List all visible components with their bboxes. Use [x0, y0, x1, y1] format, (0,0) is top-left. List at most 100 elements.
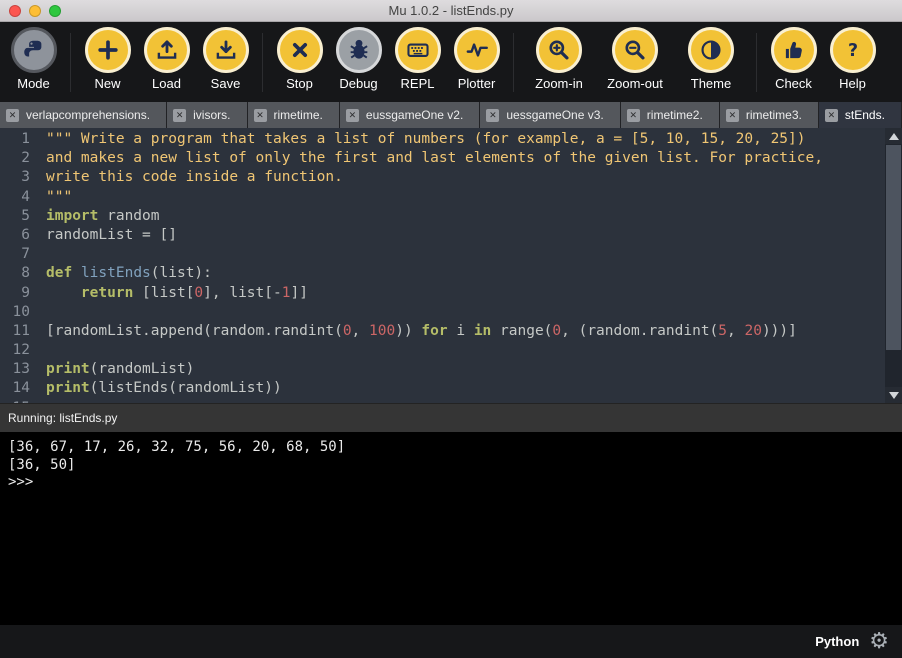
tab-close-icon[interactable]: ✕ [626, 108, 640, 122]
tab-label: uessgameOne v3. [506, 108, 604, 122]
code-line[interactable]: 8 def listEnds(list): [0, 264, 885, 283]
line-number: 1 [21, 131, 30, 147]
stop-button[interactable]: Stop [270, 27, 329, 91]
save-button[interactable]: Save [196, 27, 255, 91]
repl-button[interactable]: REPL [388, 27, 447, 91]
question-mark-icon: ? [829, 27, 876, 73]
editor-scrollbar[interactable] [885, 128, 902, 403]
mu-editor-window: Mu 1.0.2 - listEnds.py Mode New Load Sav… [0, 0, 902, 658]
zoom-window-button[interactable] [49, 5, 61, 17]
close-window-button[interactable] [9, 5, 21, 17]
toolbar-separator [262, 33, 263, 92]
code-line[interactable]: 10 [0, 303, 885, 322]
plotter-button[interactable]: Plotter [447, 27, 506, 91]
output-console[interactable]: [36, 67, 17, 26, 32, 75, 56, 20, 68, 50]… [0, 432, 902, 625]
tab-close-icon[interactable]: ✕ [173, 108, 187, 122]
code-line[interactable]: 6 randomList = [] [0, 226, 885, 245]
tab[interactable]: ✕ stEnds. [818, 102, 902, 128]
code-line[interactable]: 11 [randomList.append(random.randint(0, 1… [0, 322, 885, 341]
code-line[interactable]: 3 write this code inside a function. [0, 168, 885, 187]
stop-x-icon [276, 27, 323, 73]
line-number: 3 [21, 169, 30, 186]
scrollbar-thumb[interactable] [886, 145, 901, 350]
code-line[interactable]: 12 [0, 341, 885, 360]
arrow-up-icon [888, 132, 899, 140]
keyboard-icon [394, 27, 441, 73]
tab-label: verlapcomprehensions. [26, 108, 151, 122]
traffic-lights [9, 5, 61, 17]
status-bar: Python ⚙ [0, 625, 902, 658]
line-number: 13 [12, 361, 30, 378]
arrow-down-icon [888, 391, 899, 399]
tab-label: rimetime3. [745, 108, 802, 122]
code-text: randomList = [] [46, 226, 177, 243]
titlebar: Mu 1.0.2 - listEnds.py [0, 0, 902, 22]
code-text: [randomList.append(random.randint(0, 100… [46, 322, 797, 339]
toolbar-separator [513, 33, 514, 92]
zoom-out-button-label: Zoom-out [607, 76, 663, 91]
zoom-in-button[interactable]: Zoom-in [521, 27, 597, 91]
zoom-in-icon [536, 27, 582, 73]
tab-close-icon[interactable]: ✕ [824, 108, 838, 122]
console-line: [36, 67, 17, 26, 32, 75, 56, 20, 68, 50] [8, 439, 346, 455]
tab-close-icon[interactable]: ✕ [6, 108, 19, 122]
code-line[interactable]: 9 return [list[0], list[-1]] [0, 284, 885, 303]
help-button[interactable]: ? Help [823, 27, 882, 91]
code-line[interactable]: 4 """ [0, 188, 885, 207]
code-text: write this code inside a function. [46, 169, 343, 186]
code-line[interactable]: 14 print(listEnds(randomList)) [0, 379, 885, 398]
code-line[interactable]: 7 [0, 245, 885, 264]
minimize-window-button[interactable] [29, 5, 41, 17]
line-number: 12 [12, 342, 30, 359]
zoom-out-icon [612, 27, 658, 73]
line-number: 2 [21, 150, 30, 167]
new-button-label: New [94, 76, 121, 91]
tab-label: ivisors. [193, 108, 231, 122]
code-line[interactable]: 13 print(randomList) [0, 360, 885, 379]
bug-icon [335, 27, 382, 73]
code-line[interactable]: 1 """ Write a program that takes a list o… [0, 130, 885, 149]
gear-icon[interactable]: ⚙ [869, 630, 889, 653]
mode-button[interactable]: Mode [4, 27, 63, 91]
load-button[interactable]: Load [137, 27, 196, 91]
svg-text:?: ? [847, 41, 857, 61]
tab[interactable]: ✕ eussgameOne v2. [339, 102, 481, 128]
stop-button-label: Stop [286, 76, 313, 91]
tab[interactable]: ✕ verlapcomprehensions. [0, 102, 168, 128]
line-number: 14 [12, 380, 30, 397]
code-line[interactable]: 5 import random [0, 207, 885, 226]
tab-close-icon[interactable]: ✕ [345, 108, 359, 122]
help-button-label: Help [839, 76, 866, 91]
code-editor[interactable]: 1 """ Write a program that takes a list o… [0, 128, 902, 403]
theme-button[interactable]: Theme [673, 27, 749, 91]
tab[interactable]: ✕ rimetime3. [719, 102, 819, 128]
tab-close-icon[interactable]: ✕ [725, 108, 739, 122]
code-text: def listEnds(list): [46, 265, 212, 282]
run-status-bar: Running: listEnds.py [0, 403, 902, 432]
line-number: 4 [21, 188, 30, 205]
tab-close-icon[interactable]: ✕ [253, 108, 267, 122]
debug-button[interactable]: Debug [329, 27, 388, 91]
code-text: and makes a new list of only the first a… [46, 150, 823, 167]
tab-close-icon[interactable]: ✕ [486, 108, 500, 122]
code-line[interactable]: 2 and makes a new list of only the first … [0, 149, 885, 168]
check-button[interactable]: Check [764, 27, 823, 91]
tab[interactable]: ✕ uessgameOne v3. [480, 102, 621, 128]
scroll-down-button[interactable] [885, 387, 902, 403]
code-text: return [list[0], list[-1]] [80, 284, 308, 301]
code-line[interactable]: 15 [0, 399, 885, 403]
tab-bar: ✕ verlapcomprehensions. ✕ ivisors. ✕ rimetime… [0, 102, 902, 128]
line-number: 10 [12, 303, 30, 320]
tab[interactable]: ✕ ivisors. [167, 102, 248, 128]
editor-lines: 1 """ Write a program that takes a list o… [0, 128, 902, 403]
code-text: """ [46, 188, 73, 205]
repl-button-label: REPL [400, 76, 435, 91]
tab[interactable]: ✕ rimetime2. [620, 102, 720, 128]
new-button[interactable]: New [78, 27, 137, 91]
scroll-up-button[interactable] [885, 128, 902, 144]
zoom-out-button[interactable]: Zoom-out [597, 27, 673, 91]
load-arrow-up-icon [143, 27, 190, 73]
run-status-text: Running: listEnds.py [8, 411, 118, 425]
tab[interactable]: ✕ rimetime. [247, 102, 340, 128]
code-text: print(randomList) [46, 361, 195, 378]
